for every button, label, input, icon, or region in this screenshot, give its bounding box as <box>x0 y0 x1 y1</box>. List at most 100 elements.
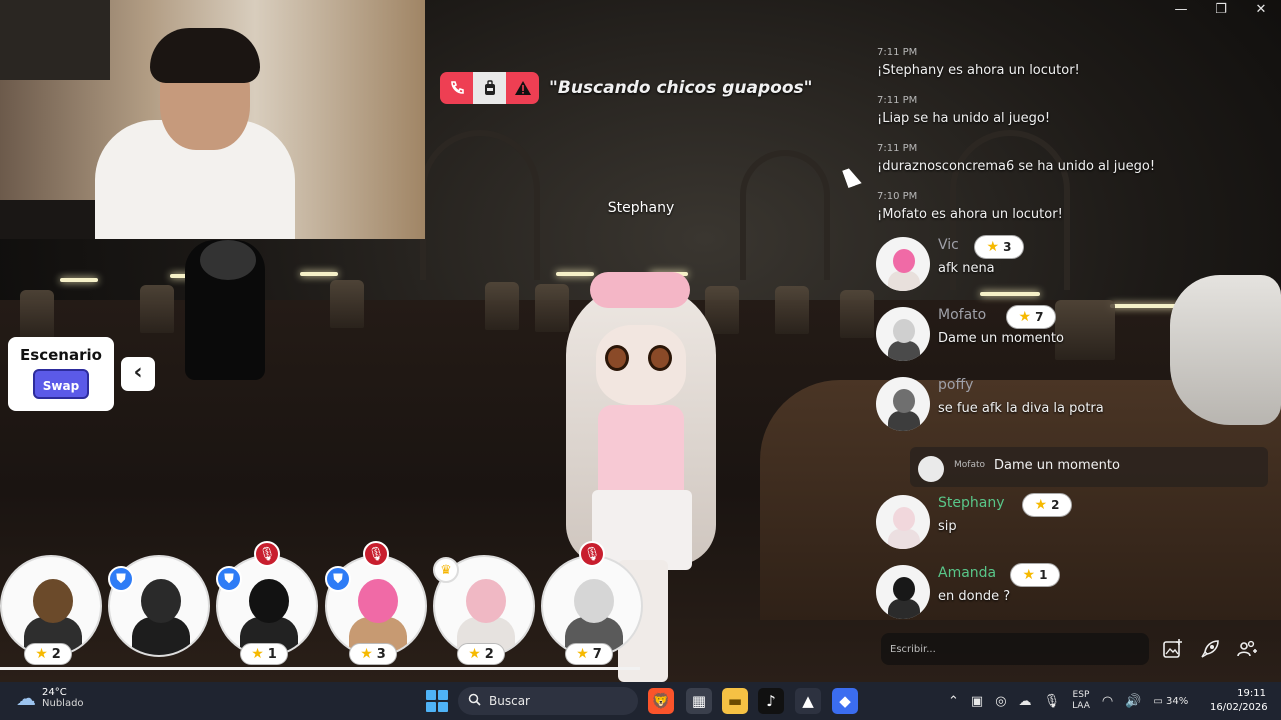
level-value: 2 <box>51 646 61 662</box>
system-message: 7:11 PM ¡duraznosconcrema6 se ha unido a… <box>877 143 1155 174</box>
avatar-head <box>893 389 915 413</box>
avatar-body <box>888 411 920 431</box>
avatar-head <box>893 249 915 273</box>
message-time: 7:11 PM <box>877 95 918 106</box>
message-text: ¡Mofato es ahora un locutor! <box>877 207 1063 222</box>
status-text: "Buscando chicos guapoos" <box>549 78 813 98</box>
cloud-icon: ☁ <box>16 686 36 710</box>
chat-message[interactable]: Amanda ★ 1 en donde ? <box>876 563 1276 623</box>
battery-indicator[interactable]: ▭ 34% <box>1153 696 1188 707</box>
avatar-head <box>893 319 915 343</box>
chair <box>535 284 569 332</box>
backpack-icon[interactable] <box>473 72 506 104</box>
shield-icon: ⛊ <box>216 566 242 592</box>
level-value: 2 <box>1051 498 1060 512</box>
chat-username[interactable]: Mofato <box>938 307 986 323</box>
windows-start-icon[interactable] <box>426 690 448 712</box>
app-icon[interactable]: ▲ <box>795 688 821 714</box>
tray-app-icon[interactable]: ◎ <box>995 694 1006 709</box>
webcam-overlay <box>0 0 425 239</box>
avatar[interactable] <box>876 307 930 361</box>
chat-username[interactable]: Stephany <box>938 495 1005 511</box>
chair <box>485 282 519 330</box>
level-value: 2 <box>484 646 494 662</box>
chat-message[interactable]: poffy se fue afk la diva la potra <box>876 377 1276 435</box>
level-badge: ★ 2 <box>1022 493 1072 517</box>
store-icon[interactable]: ▦ <box>686 688 712 714</box>
level-value: 7 <box>1035 310 1044 324</box>
level-badge: ★ 3 <box>974 235 1024 259</box>
avatar[interactable] <box>876 495 930 549</box>
system-tray: ⌃ ▣ ◎ ☁ 🎙 ESP LAA ◠ 🔊 ▭ 34% <box>948 682 1188 720</box>
tray-app-icon[interactable]: ▣ <box>971 694 983 709</box>
language-indicator[interactable]: ESP LAA <box>1072 690 1090 712</box>
message-text: ¡duraznosconcrema6 se ha unido al juego! <box>877 159 1156 174</box>
speaker-avatar-head <box>358 579 398 623</box>
swap-button[interactable]: Swap <box>33 369 89 399</box>
search-icon <box>468 693 481 709</box>
star-icon: ★ <box>1018 309 1032 325</box>
star-icon: ★ <box>576 646 589 662</box>
chat-username[interactable]: poffy <box>938 377 973 393</box>
chat-text: Dame un momento <box>938 331 1064 346</box>
message-time: 7:11 PM <box>877 143 918 154</box>
speaker-row-divider <box>0 667 640 670</box>
clock[interactable]: 19:11 16/02/2026 <box>1210 687 1268 715</box>
wifi-icon[interactable]: ◠ <box>1102 694 1113 709</box>
minimize-button[interactable]: — <box>1161 0 1201 20</box>
chair <box>20 290 54 338</box>
file-explorer-icon[interactable]: ▬ <box>722 688 748 714</box>
speaker-avatar[interactable] <box>0 555 102 657</box>
close-button[interactable]: ✕ <box>1241 0 1281 20</box>
system-message: 7:11 PM ¡Liap se ha unido al juego! <box>877 95 1050 126</box>
weather-text: 24°C Nublado <box>42 687 84 709</box>
level-value: 3 <box>1003 240 1012 254</box>
star-icon: ★ <box>251 646 264 662</box>
weather-widget[interactable]: ☁ 24°C Nublado <box>16 686 84 710</box>
chat-text: se fue afk la diva la potra <box>938 401 1104 416</box>
chat-username[interactable]: Amanda <box>938 565 996 581</box>
rocket-icon[interactable] <box>1194 633 1226 665</box>
volume-icon[interactable]: 🔊 <box>1125 694 1141 709</box>
chevron-left-icon[interactable]: ‹ <box>121 357 155 391</box>
chevron-up-icon[interactable]: ⌃ <box>948 694 959 709</box>
clock-time: 19:11 <box>1237 688 1266 699</box>
microphone-icon[interactable]: 🎙 <box>1044 694 1061 709</box>
star-icon: ★ <box>468 646 481 662</box>
tiktok-icon[interactable]: ♪ <box>758 688 784 714</box>
webcam-person-hair <box>150 28 260 83</box>
avatar[interactable] <box>876 237 930 291</box>
avatar-head <box>893 507 915 531</box>
chair <box>330 280 364 328</box>
avatar-body <box>888 599 920 619</box>
chat-username[interactable]: Vic <box>938 237 959 253</box>
chat-text: sip <box>938 519 957 534</box>
level-badge: ★ 1 <box>240 643 288 665</box>
avatar[interactable] <box>876 377 930 431</box>
search-label: Buscar <box>489 694 530 708</box>
chat-message[interactable]: Vic ★ 3 afk nena <box>876 235 1276 295</box>
roblox-icon[interactable]: ◆ <box>832 688 858 714</box>
speaker-row: ★ 2 ⛊ ⛊ 🎙 ★ 1 ⛊ 🎙 ★ 3 ♛ ★ 2 🎙 ★ 7 <box>0 541 645 670</box>
speaker-avatar[interactable] <box>541 555 643 657</box>
maximize-button[interactable]: ❐ <box>1201 0 1241 20</box>
avatar[interactable] <box>876 565 930 619</box>
escenario-title: Escenario <box>20 346 102 364</box>
message-time: 7:10 PM <box>877 191 918 202</box>
phone-icon[interactable] <box>440 72 473 104</box>
people-icon[interactable] <box>1231 633 1263 665</box>
avatar-body <box>888 529 920 549</box>
reply-preview[interactable]: Mofato Dame un momento <box>910 447 1268 487</box>
taskbar-search[interactable]: Buscar <box>458 687 638 715</box>
brave-browser-icon[interactable]: 🦁 <box>648 688 674 714</box>
star-icon: ★ <box>360 646 373 662</box>
warning-icon[interactable] <box>506 72 539 104</box>
chat-message[interactable]: Mofato ★ 7 Dame un momento <box>876 305 1276 365</box>
chat-text: en donde ? <box>938 589 1011 604</box>
onedrive-icon[interactable]: ☁ <box>1019 694 1032 709</box>
image-add-icon[interactable] <box>1157 633 1189 665</box>
chat-input[interactable] <box>881 633 1149 665</box>
level-value: 7 <box>592 646 602 662</box>
chair <box>140 285 174 333</box>
chat-message[interactable]: Stephany ★ 2 sip <box>876 493 1276 553</box>
